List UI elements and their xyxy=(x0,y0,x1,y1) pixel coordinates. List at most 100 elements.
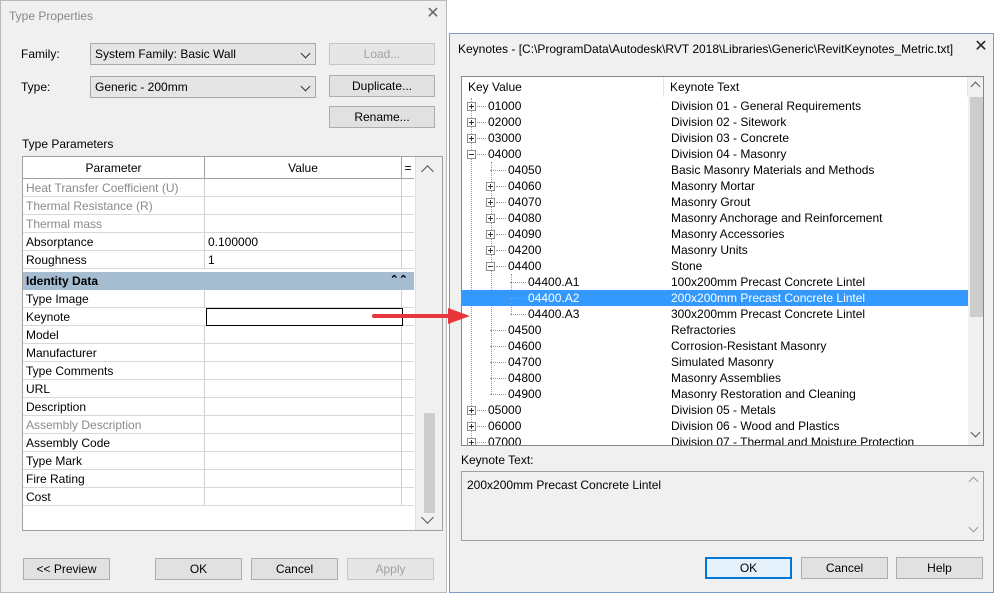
parameter-row[interactable]: Heat Transfer Coefficient (U) xyxy=(23,179,414,197)
key-value: 04400.A2 xyxy=(528,291,580,305)
chevron-down-icon[interactable] xyxy=(970,427,981,438)
parameter-row[interactable]: URL xyxy=(23,380,414,398)
tree-item[interactable]: 03000 Division 03 - Concrete xyxy=(462,130,968,146)
ok-button[interactable]: OK xyxy=(705,557,792,579)
rename-button[interactable]: Rename... xyxy=(329,106,435,128)
parameter-name: Assembly Code xyxy=(26,436,111,450)
tree-item[interactable]: 04000 Division 04 - Masonry xyxy=(462,146,968,162)
tree-item[interactable]: 04400.A2 200x200mm Precast Concrete Linte… xyxy=(462,290,968,306)
expand-icon[interactable] xyxy=(467,134,476,143)
close-icon[interactable]: ✕ xyxy=(426,6,440,22)
scrollbar-thumb[interactable] xyxy=(970,97,983,317)
tree-item[interactable]: 04050 Basic Masonry Materials and Methods xyxy=(462,162,968,178)
collapse-icon[interactable] xyxy=(467,150,476,159)
parameter-row[interactable]: Assembly Description xyxy=(23,416,414,434)
parameter-row[interactable]: Manufacturer xyxy=(23,344,414,362)
parameter-row-keynote[interactable]: Keynote xyxy=(23,308,414,326)
keynote-text-box[interactable]: 200x200mm Precast Concrete Lintel xyxy=(461,471,984,541)
preview-button[interactable]: << Preview xyxy=(23,558,110,580)
tree-item[interactable]: 04400.A1 100x200mm Precast Concrete Linte… xyxy=(462,274,968,290)
keynote-text: Refractories xyxy=(671,323,736,337)
keynote-text: Division 04 - Masonry xyxy=(671,147,787,161)
tree-item[interactable]: 04070 Masonry Grout xyxy=(462,194,968,210)
expand-icon[interactable] xyxy=(486,214,495,223)
tree-item[interactable]: 02000 Division 02 - Sitework xyxy=(462,114,968,130)
key-value: 04200 xyxy=(508,243,542,257)
keynote-text: Basic Masonry Materials and Methods xyxy=(671,163,875,177)
tree-item[interactable]: 04800 Masonry Assemblies xyxy=(462,370,968,386)
grid-scrollbar[interactable] xyxy=(415,157,442,530)
keynote-text: 100x200mm Precast Concrete Lintel xyxy=(671,275,866,289)
tree-item[interactable]: 04080 Masonry Anchorage and Reinforcement xyxy=(462,210,968,226)
parameter-row[interactable]: Cost xyxy=(23,488,414,506)
tree-item[interactable]: 06000 Division 06 - Wood and Plastics xyxy=(462,418,968,434)
column-header-value[interactable]: Value xyxy=(205,157,402,179)
key-value: 04400.A1 xyxy=(528,275,580,289)
type-select[interactable]: Generic - 200mm xyxy=(90,76,316,98)
apply-button[interactable]: Apply xyxy=(347,558,434,580)
tree-item[interactable]: 04060 Masonry Mortar xyxy=(462,178,968,194)
parameter-row[interactable]: Fire Rating xyxy=(23,470,414,488)
collapse-icon[interactable]: ⌃⌃ xyxy=(390,273,408,286)
duplicate-button[interactable]: Duplicate... xyxy=(329,75,435,97)
type-label: Type: xyxy=(21,80,51,94)
tree-item[interactable]: 04600 Corrosion-Resistant Masonry xyxy=(462,338,968,354)
expand-icon[interactable] xyxy=(486,182,495,191)
column-header-equals[interactable]: = xyxy=(402,157,414,179)
parameter-row[interactable]: Type Mark xyxy=(23,452,414,470)
help-button[interactable]: Help xyxy=(896,557,983,579)
key-value: 04500 xyxy=(508,323,542,337)
tree-item[interactable]: 04700 Simulated Masonry xyxy=(462,354,968,370)
chevron-up-icon[interactable] xyxy=(970,81,981,92)
key-value: 01000 xyxy=(488,99,522,113)
keynote-text: Masonry Restoration and Cleaning xyxy=(671,387,856,401)
tree-item[interactable]: 07000 Division 07 - Thermal and Moisture … xyxy=(462,434,968,445)
tree-item[interactable]: 04090 Masonry Accessories xyxy=(462,226,968,242)
parameter-row[interactable]: Thermal Resistance (R) xyxy=(23,197,414,215)
chevron-up-icon[interactable] xyxy=(421,165,434,178)
key-value: 04700 xyxy=(508,355,542,369)
expand-icon[interactable] xyxy=(486,246,495,255)
parameter-row[interactable]: Absorptance 0.100000 xyxy=(23,233,414,251)
parameter-row[interactable]: Thermal mass xyxy=(23,215,414,233)
parameter-value[interactable]: 1 xyxy=(208,253,403,267)
chevron-down-icon[interactable] xyxy=(421,511,434,524)
expand-icon[interactable] xyxy=(467,118,476,127)
parameter-row[interactable]: Type Comments xyxy=(23,362,414,380)
scrollbar-thumb[interactable] xyxy=(424,413,435,513)
tree-item[interactable]: 04900 Masonry Restoration and Cleaning xyxy=(462,386,968,402)
expand-icon[interactable] xyxy=(467,102,476,111)
parameter-value[interactable]: 0.100000 xyxy=(208,235,403,249)
group-header-identity-data[interactable]: Identity Data ⌃⌃ xyxy=(23,272,414,290)
parameter-row[interactable]: Type Image xyxy=(23,290,414,308)
parameter-row[interactable]: Description xyxy=(23,398,414,416)
parameter-name: Assembly Description xyxy=(26,418,142,432)
key-value: 04050 xyxy=(508,163,542,177)
parameter-row[interactable]: Assembly Code xyxy=(23,434,414,452)
close-icon[interactable]: ✕ xyxy=(974,39,988,55)
column-header-parameter[interactable]: Parameter xyxy=(23,157,205,179)
tree-item[interactable]: 04400 Stone xyxy=(462,258,968,274)
expand-icon[interactable] xyxy=(486,230,495,239)
collapse-icon[interactable] xyxy=(486,262,495,271)
parameter-row[interactable]: Model xyxy=(23,326,414,344)
tree-item[interactable]: 04400.A3 300x200mm Precast Concrete Linte… xyxy=(462,306,968,322)
cancel-button[interactable]: Cancel xyxy=(801,557,888,579)
tree-item[interactable]: 04500 Refractories xyxy=(462,322,968,338)
expand-icon[interactable] xyxy=(467,422,476,431)
parameter-name: Cost xyxy=(26,490,51,504)
tree-scrollbar[interactable] xyxy=(968,77,983,445)
parameter-row[interactable]: Roughness 1 xyxy=(23,251,414,269)
family-select[interactable]: System Family: Basic Wall xyxy=(90,43,316,65)
expand-icon[interactable] xyxy=(467,406,476,415)
tree-item[interactable]: 01000 Division 01 - General Requirements xyxy=(462,98,968,114)
column-header-keynote-text[interactable]: Keynote Text xyxy=(664,77,968,97)
expand-icon[interactable] xyxy=(486,198,495,207)
load-button[interactable]: Load... xyxy=(329,43,435,65)
ok-button[interactable]: OK xyxy=(155,558,242,580)
cancel-button[interactable]: Cancel xyxy=(251,558,338,580)
expand-icon[interactable] xyxy=(467,438,476,445)
tree-item[interactable]: 04200 Masonry Units xyxy=(462,242,968,258)
tree-item[interactable]: 05000 Division 05 - Metals xyxy=(462,402,968,418)
column-header-key-value[interactable]: Key Value xyxy=(462,77,664,97)
